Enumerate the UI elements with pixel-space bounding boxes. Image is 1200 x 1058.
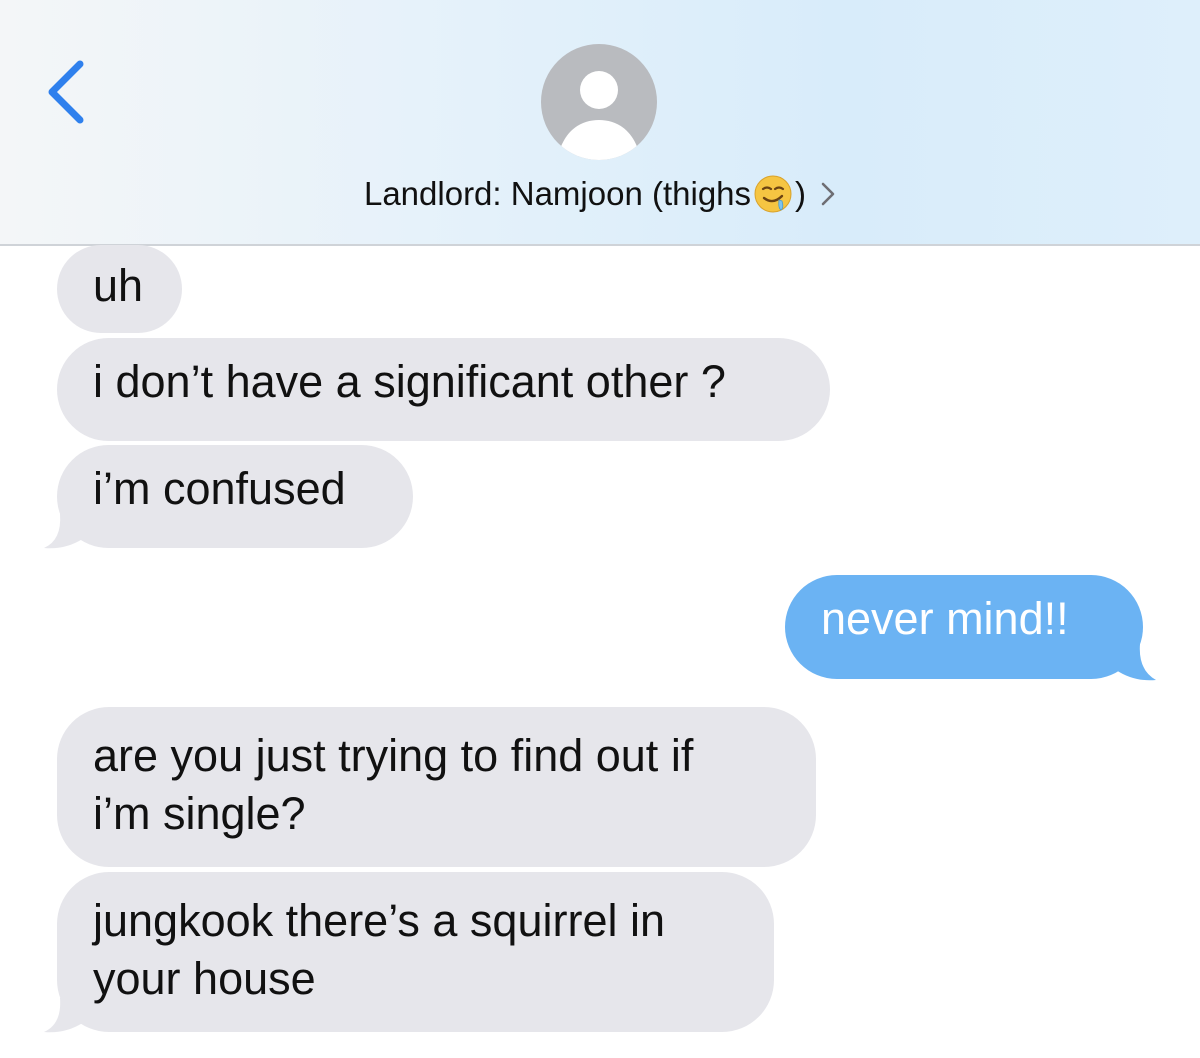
message-text: never mind!! — [821, 593, 1069, 644]
message-bubble-incoming[interactable]: i don’t have a significant other ? — [57, 338, 830, 441]
chevron-left-icon — [48, 60, 84, 124]
back-button[interactable] — [36, 52, 96, 132]
message-text: i don’t have a significant other ? — [93, 356, 726, 407]
message-text-line: jungkook there’s a squirrel in — [93, 895, 665, 946]
conversation-header: Landlord: Namjoon (thighs ) — [0, 0, 1200, 246]
message-text-line: i’m single? — [93, 788, 306, 839]
message-bubble-incoming[interactable]: i’m confused — [57, 445, 413, 548]
message-bubble-incoming[interactable]: are you just trying to find out if i’m s… — [57, 707, 816, 867]
contact-name: Landlord: Namjoon (thighs — [363, 175, 752, 212]
avatar[interactable] — [541, 44, 657, 160]
message-bubble-incoming[interactable]: uh — [57, 245, 182, 333]
contact-name-suffix: ) — [795, 175, 807, 212]
message-text: uh — [93, 260, 144, 311]
bubble-tail — [44, 514, 84, 549]
drooling-face-emoji — [754, 175, 792, 213]
message-bubble-incoming[interactable]: jungkook there’s a squirrel in your hous… — [57, 872, 774, 1032]
contact-name-button[interactable]: Landlord: Namjoon (thighs ) — [0, 170, 1200, 218]
message-bubble-outgoing[interactable]: never mind!! — [785, 575, 1143, 679]
message-text-line: are you just trying to find out if — [93, 730, 694, 781]
person-silhouette-icon — [557, 71, 641, 160]
message-text: i’m confused — [93, 463, 346, 514]
bubble-tail — [44, 998, 84, 1033]
bubble-tail — [1116, 644, 1156, 681]
message-text-line: your house — [93, 953, 316, 1004]
chevron-right-icon — [821, 182, 835, 206]
messages-screen: Landlord: Namjoon (thighs ) uh i don’t h… — [0, 0, 1200, 1058]
